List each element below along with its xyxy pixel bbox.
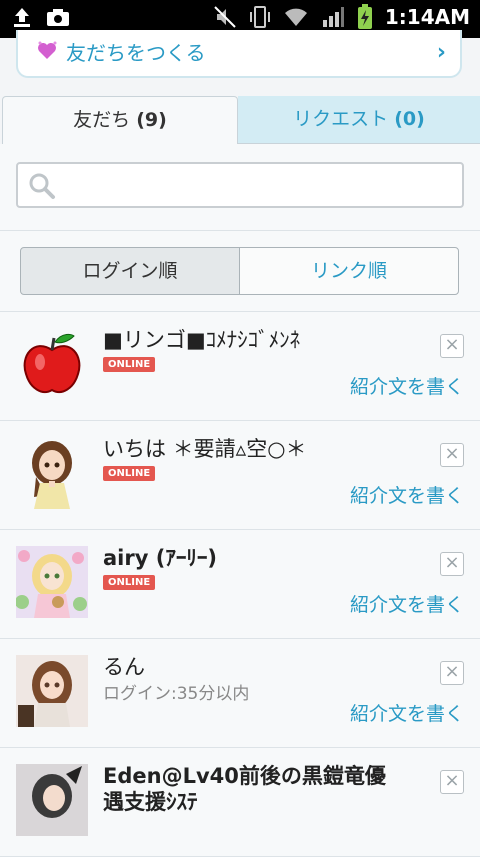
friend-row[interactable]: ■リンゴ■ｺﾒﾅｼｺﾞﾒﾝﾈ ONLINE × 紹介文を書く <box>0 312 480 421</box>
battery-charging-icon <box>357 4 372 29</box>
sort-login-button[interactable]: ログイン順 <box>20 247 240 295</box>
remove-icon[interactable]: × <box>440 661 464 685</box>
mute-icon <box>214 6 236 28</box>
online-badge: ONLINE <box>103 575 156 590</box>
write-intro-link[interactable]: 紹介文を書く <box>350 372 464 399</box>
friend-name: いちは ＊要請▵空○＊ <box>103 437 307 461</box>
friend-row[interactable]: Eden@Lv40前後の黒鎧竜優 遇支援ｼｽﾃ × <box>0 748 480 857</box>
tab-friends-label: 友だち <box>73 109 131 131</box>
remove-icon[interactable]: × <box>440 443 464 467</box>
tab-friends-count: (9) <box>136 109 167 131</box>
status-container: ONLINE <box>103 570 156 590</box>
avatar-blonde-girl <box>16 546 88 618</box>
sort-link-button[interactable]: リンク順 <box>239 247 459 295</box>
avatar-girl <box>32 441 72 509</box>
signal-icon <box>322 7 344 27</box>
upload-icon <box>14 8 30 27</box>
search-input[interactable] <box>64 170 458 202</box>
sort-toggle: ログイン順 リンク順 <box>0 231 480 312</box>
remove-icon[interactable]: × <box>440 552 464 576</box>
status-container: ログイン:35分以内 <box>103 679 249 704</box>
wifi-icon <box>284 8 307 26</box>
vibrate-icon <box>249 6 270 28</box>
search-box[interactable] <box>16 162 464 208</box>
remove-icon[interactable]: × <box>440 770 464 794</box>
search-icon <box>29 173 55 199</box>
tab-requests-count: (0) <box>394 108 425 130</box>
friend-row[interactable]: るん ログイン:35分以内 × 紹介文を書く <box>0 639 480 748</box>
friend-row[interactable]: いちは ＊要請▵空○＊ ONLINE × 紹介文を書く <box>0 421 480 530</box>
avatar-dark-knight <box>16 764 88 836</box>
avatar-apple <box>23 333 81 393</box>
status-container: ONLINE <box>103 352 156 372</box>
write-intro-link[interactable]: 紹介文を書く <box>350 481 464 508</box>
friend-name: airy (ｱｰﾘｰ) <box>103 546 217 570</box>
friend-name: るん <box>103 655 145 679</box>
status-container: ONLINE <box>103 461 156 481</box>
remove-icon[interactable]: × <box>440 334 464 358</box>
make-friends-label: 友だちをつくる <box>66 41 206 65</box>
friend-name: ■リンゴ■ｺﾒﾅｼｺﾞﾒﾝﾈ <box>103 328 301 352</box>
online-badge: ONLINE <box>103 357 156 372</box>
tab-bar: 友だち (9) リクエスト (0) <box>0 96 480 144</box>
tab-requests-label: リクエスト <box>293 108 389 130</box>
avatar-brunette-girl <box>16 655 88 727</box>
clock: 1:14AM <box>384 5 470 29</box>
friend-list: ■リンゴ■ｺﾒﾅｼｺﾞﾒﾝﾈ ONLINE × 紹介文を書く いちは ＊要請▵空… <box>0 312 480 857</box>
friend-name-line2: 遇支援ｼｽﾃ <box>103 790 198 814</box>
heart-sparkle-icon <box>38 41 57 59</box>
write-intro-link[interactable]: 紹介文を書く <box>350 590 464 617</box>
online-badge: ONLINE <box>103 466 156 481</box>
last-login-text: ログイン:35分以内 <box>103 684 250 704</box>
friend-row[interactable]: airy (ｱｰﾘｰ) ONLINE × 紹介文を書く <box>0 530 480 639</box>
tab-friends[interactable]: 友だち (9) <box>2 96 238 144</box>
camera-icon <box>47 9 69 26</box>
tab-requests[interactable]: リクエスト (0) <box>238 96 480 144</box>
search-area <box>0 144 480 231</box>
make-friends-link[interactable]: 友だちをつくる › <box>16 30 462 78</box>
chevron-right-icon: › <box>436 40 446 65</box>
write-intro-link[interactable]: 紹介文を書く <box>350 699 464 726</box>
